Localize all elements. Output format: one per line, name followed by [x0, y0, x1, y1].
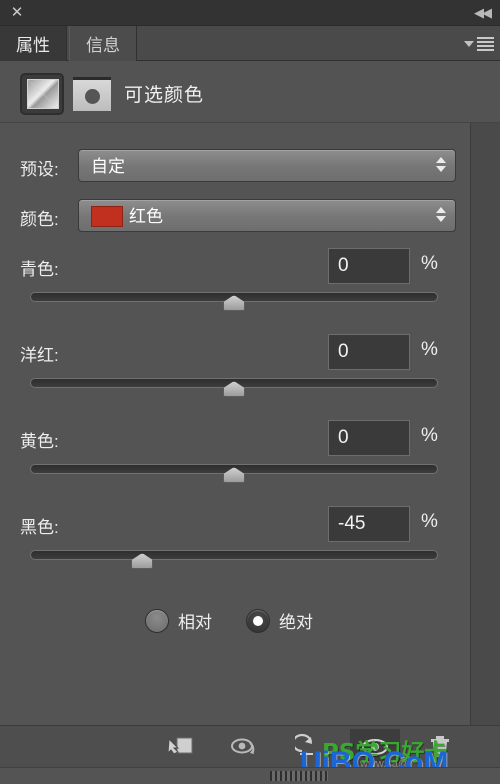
black-slider-track [30, 550, 438, 560]
method-relative-label: 相对 [178, 613, 212, 632]
method-absolute-label: 绝对 [279, 613, 313, 632]
stepper-arrows-icon [436, 207, 446, 222]
yellow-unit: % [421, 425, 438, 446]
panel-right-gutter [470, 123, 500, 725]
method-relative-option[interactable]: 相对 [145, 608, 212, 633]
panel-bottom-bar [0, 767, 500, 784]
black-slider[interactable] [30, 548, 438, 570]
preset-value: 自定 [91, 157, 125, 176]
stepper-arrows-icon [436, 157, 446, 172]
colors-label: 颜色: [20, 210, 59, 229]
selective-color-glyph [27, 79, 59, 109]
cyan-input[interactable]: 0 [328, 248, 410, 284]
cyan-label: 青色: [20, 260, 59, 279]
chevron-down-icon [464, 41, 474, 47]
clip-to-layer-icon[interactable] [155, 729, 205, 765]
panel-title-bar: ✕ ◀◀ [0, 0, 500, 26]
selective-color-icon[interactable] [20, 73, 64, 115]
colors-dropdown[interactable]: 红色 [78, 199, 456, 232]
magenta-slider[interactable] [30, 376, 438, 398]
layer-mask-thumbnail[interactable] [73, 77, 111, 111]
yellow-slider[interactable] [30, 462, 438, 484]
magenta-input[interactable]: 0 [328, 334, 410, 370]
magenta-unit: % [421, 339, 438, 360]
yellow-label: 黄色: [20, 432, 59, 451]
tab-properties[interactable]: 属性 [0, 26, 67, 61]
resize-grip[interactable] [270, 771, 328, 781]
preview-previous-icon[interactable] [220, 729, 270, 765]
color-swatch [91, 206, 123, 227]
photoshop-properties-panel: ✕ ◀◀ 属性 信息 可选颜色 预设: 自定 颜色: 红色 青色: 0 % 洋红… [0, 0, 500, 784]
tab-info[interactable]: 信息 [69, 26, 137, 61]
tab-strip: 属性 信息 [0, 26, 500, 61]
black-input[interactable]: -45 [328, 506, 410, 542]
colors-value: 红色 [129, 207, 163, 226]
black-label: 黑色: [20, 518, 59, 537]
cyan-slider[interactable] [30, 290, 438, 312]
preset-dropdown[interactable]: 自定 [78, 149, 456, 182]
black-unit: % [421, 511, 438, 532]
radio-relative-icon[interactable] [145, 608, 169, 633]
magenta-label: 洋红: [20, 346, 59, 365]
preset-label: 预设: [20, 160, 59, 179]
yellow-input[interactable]: 0 [328, 420, 410, 456]
collapse-panel-icon[interactable]: ◀◀ [471, 4, 493, 22]
cyan-unit: % [421, 253, 438, 274]
radio-absolute-icon[interactable] [246, 608, 270, 633]
page-title: 可选颜色 [124, 85, 205, 106]
close-icon[interactable]: ✕ [8, 4, 26, 22]
layer-mask-dot [85, 88, 100, 104]
panel-menu-icon[interactable] [464, 35, 494, 53]
hamburger-icon [477, 37, 494, 51]
method-absolute-option[interactable]: 绝对 [246, 608, 313, 633]
